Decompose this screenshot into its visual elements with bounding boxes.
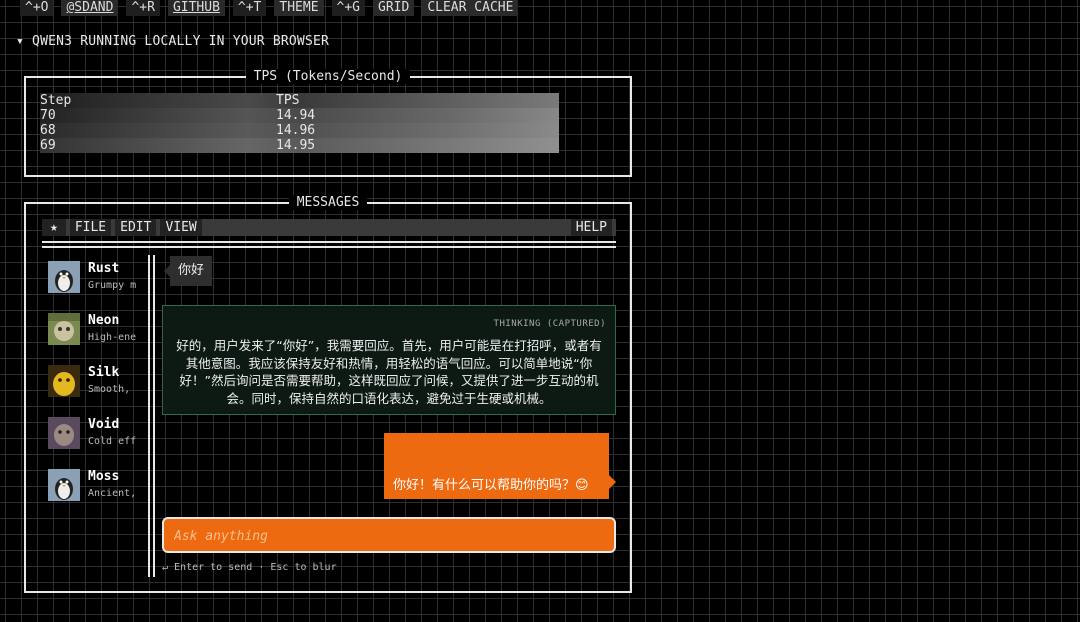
ask-input-box[interactable] <box>162 517 616 553</box>
contact-name: Void <box>88 417 120 432</box>
contact-desc: Ancient, <box>88 488 137 499</box>
assistant-message-text: 你好！有什么可以帮助你的吗？😊 <box>393 478 589 493</box>
contact-item-void[interactable]: Void Cold eff <box>48 417 148 451</box>
sidebar-divider <box>153 255 155 577</box>
avatar <box>48 417 80 449</box>
tps-value-cell: 14.94 <box>276 108 316 123</box>
shortcut-ctrl-t: ^+T <box>232 0 267 16</box>
contact-name: Moss <box>88 469 120 484</box>
divider <box>42 246 616 248</box>
contact-item-silk[interactable]: Silk Smooth, <box>48 365 148 399</box>
thinking-label: THINKING (CAPTURED) <box>493 319 606 329</box>
shortcut-ctrl-r: ^+R <box>126 0 160 16</box>
clear-cache-button[interactable]: CLEAR CACHE <box>422 0 519 16</box>
sdand-link[interactable]: @SDAND <box>61 0 119 16</box>
messages-panel-title: MESSAGES <box>288 195 368 210</box>
thinking-panel: THINKING (CAPTURED) 好的，用户发来了“你好”，我需要回应。首… <box>162 305 616 415</box>
star-menu-icon[interactable]: ★ <box>42 219 66 236</box>
assistant-message-bubble: 你好！有什么可以帮助你的吗？😊 <box>384 433 616 499</box>
contact-desc: High-ene <box>88 332 137 343</box>
menu-view[interactable]: VIEW <box>160 219 202 236</box>
contact-item-neon[interactable]: Neon High-ene <box>48 313 148 347</box>
avatar <box>48 313 80 345</box>
contact-name: Neon <box>88 313 120 328</box>
contact-desc: Cold eff <box>88 436 137 447</box>
tps-panel-title: TPS (Tokens/Second) <box>245 69 411 84</box>
contact-desc: Smooth, <box>88 384 131 395</box>
contact-name: Silk <box>88 365 120 380</box>
tps-header-step: Step <box>40 93 72 108</box>
menu-spacer <box>205 219 567 236</box>
contact-desc: Grumpy m <box>88 280 137 291</box>
input-hint: ↵ Enter to send · Esc to blur <box>162 562 337 573</box>
user-message-bubble: 你好 <box>163 256 213 286</box>
contact-item-moss[interactable]: Moss Ancient, <box>48 469 148 503</box>
table-row: 68 14.96 <box>40 123 559 138</box>
avatar <box>48 261 80 293</box>
ask-input[interactable] <box>174 527 594 545</box>
section-title-toggle[interactable]: ▾ QWEN3 RUNNING LOCALLY IN YOUR BROWSER <box>16 34 329 49</box>
tps-step-cell: 70 <box>40 108 56 123</box>
menu-file[interactable]: FILE <box>69 219 112 236</box>
divider <box>42 241 616 243</box>
sidebar-divider <box>148 255 150 577</box>
table-row: 70 14.94 <box>40 108 559 123</box>
tps-table: Step TPS 70 14.94 68 14.96 69 14.95 <box>40 93 559 153</box>
menu-edit[interactable]: EDIT <box>115 219 157 236</box>
thinking-text: 好的，用户发来了“你好”，我需要回应。首先，用户可能是在打招呼，或者有其他意图。… <box>176 338 602 406</box>
github-link[interactable]: GITHUB <box>167 0 225 16</box>
avatar <box>48 365 80 397</box>
theme-button[interactable]: THEME <box>274 0 324 16</box>
tps-step-cell: 69 <box>40 138 56 153</box>
menu-bar: ★ FILE EDIT VIEW HELP <box>42 219 616 236</box>
top-toolbar: ^+O @SDAND ^+R GITHUB ^+T THEME ^+G GRID… <box>20 0 519 16</box>
menu-help[interactable]: HELP <box>570 219 612 236</box>
tps-value-cell: 14.96 <box>276 123 316 138</box>
avatar <box>48 469 80 501</box>
contact-item-rust[interactable]: Rust Grumpy m <box>48 261 148 295</box>
tps-value-cell: 14.95 <box>276 138 316 153</box>
tps-step-cell: 68 <box>40 123 56 138</box>
tps-header-row: Step TPS <box>40 93 559 108</box>
table-row: 69 14.95 <box>40 138 559 153</box>
tps-header-tps: TPS <box>276 93 300 108</box>
contact-name: Rust <box>88 261 120 276</box>
shortcut-ctrl-o: ^+O <box>20 0 54 16</box>
shortcut-ctrl-g: ^+G <box>331 0 366 16</box>
grid-button[interactable]: GRID <box>373 0 415 16</box>
